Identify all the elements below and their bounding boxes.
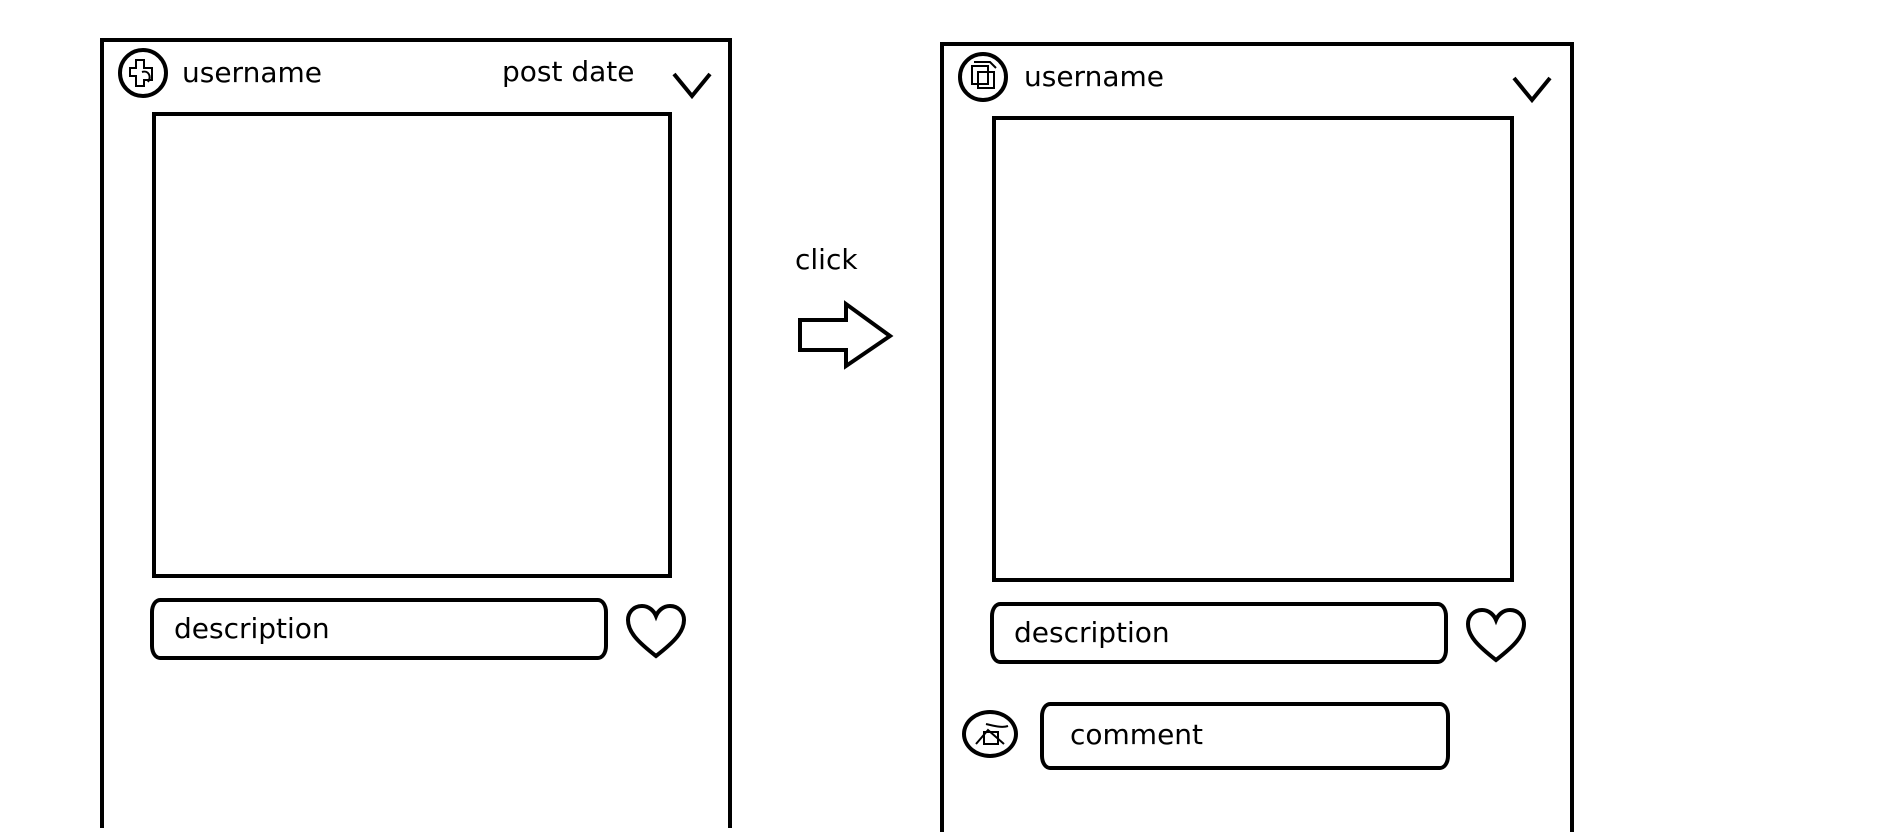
chevron-down-icon[interactable] [670,70,714,100]
click-label: click [795,243,858,276]
description-text: description [174,612,330,645]
comment-input[interactable]: comment [1040,702,1450,770]
post-image[interactable] [992,116,1514,582]
post-image[interactable] [152,112,672,578]
username-label[interactable]: username [1024,60,1164,94]
post-card-expanded[interactable]: username description comment [940,42,1574,832]
description-text: description [1014,616,1170,649]
commenter-avatar-icon [962,710,1018,758]
description-field: description [150,598,608,660]
avatar-icon [118,48,168,98]
comment-text[interactable]: comment [1070,718,1203,752]
heart-icon[interactable] [1464,606,1528,664]
avatar-icon [958,52,1008,102]
post-date-label: post date [502,55,635,88]
post-card-collapsed[interactable]: username post date description [100,38,732,828]
username-label[interactable]: username [182,56,322,90]
right-arrow-icon [798,300,894,370]
description-field: description [990,602,1448,664]
heart-icon[interactable] [624,602,688,660]
chevron-down-icon[interactable] [1510,74,1554,104]
